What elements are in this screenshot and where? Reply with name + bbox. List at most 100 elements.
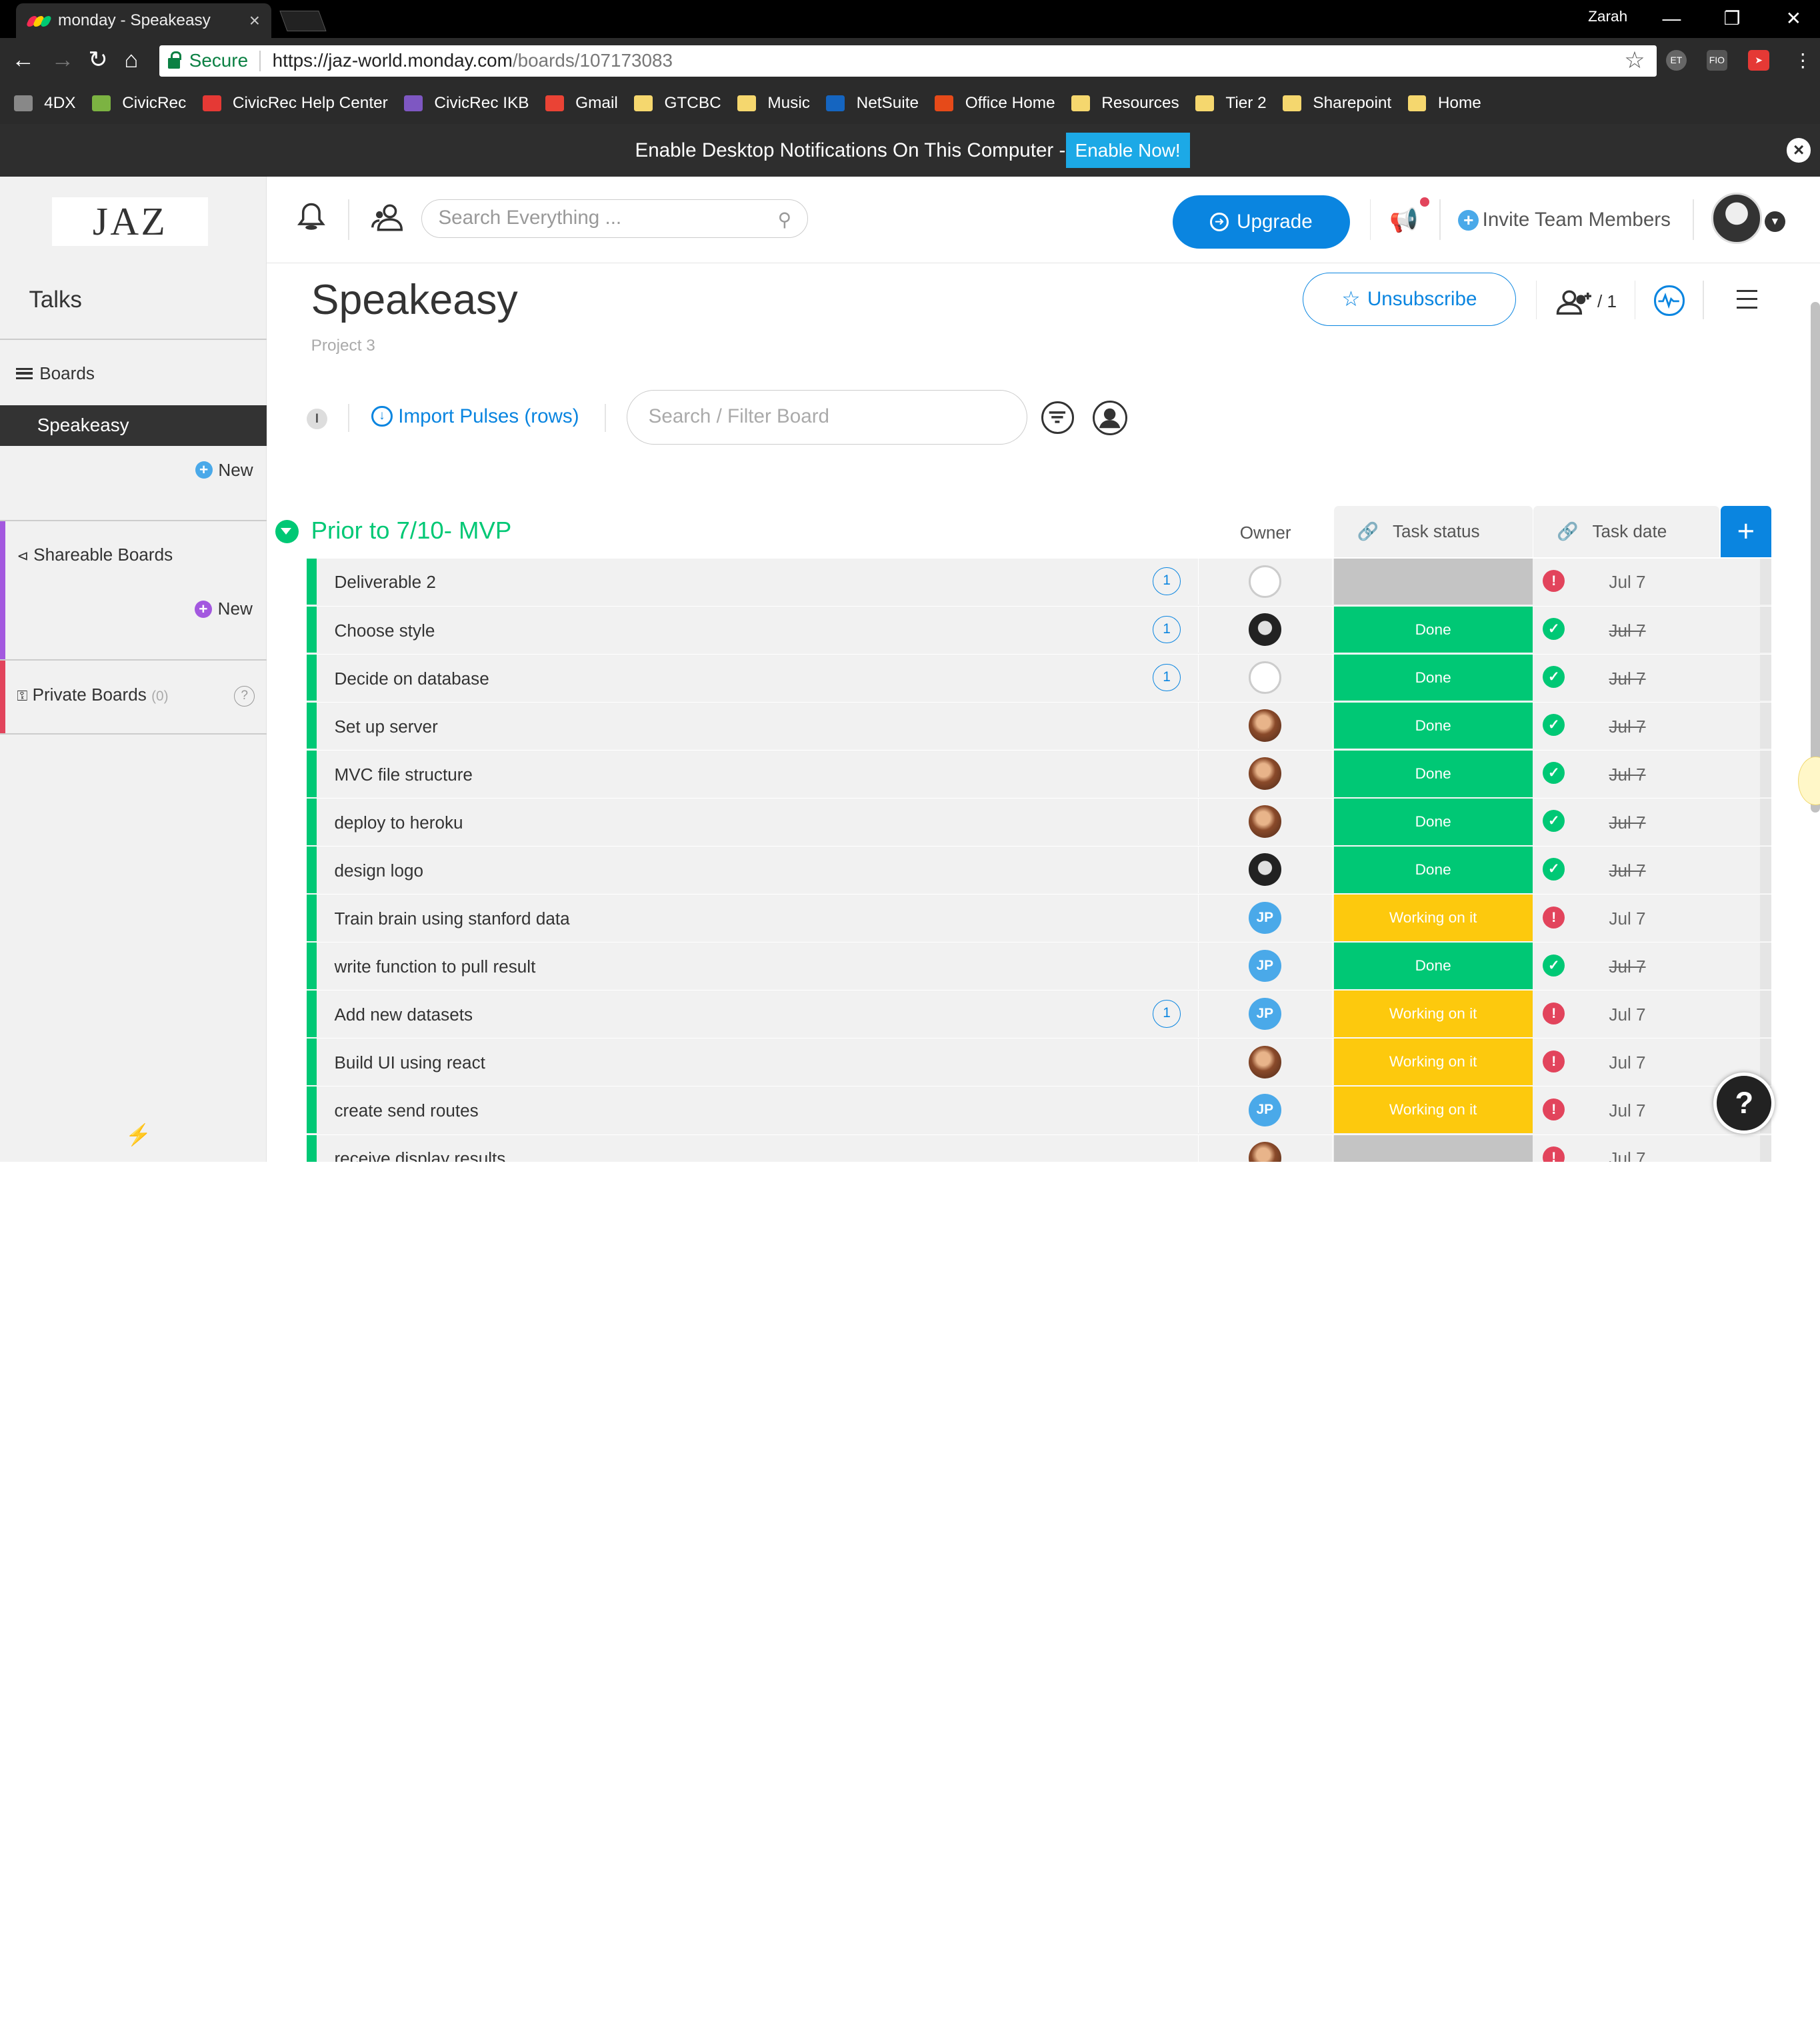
owner-avatar[interactable] <box>1248 613 1281 646</box>
owner-cell[interactable]: JP <box>1198 895 1333 941</box>
table-row[interactable]: create send routes JP Working on it! Jul 7 <box>306 1086 1772 1135</box>
help-button[interactable]: ? <box>1713 1072 1775 1134</box>
bolt-icon[interactable]: ⚡ <box>125 1122 151 1147</box>
owner-avatar[interactable]: JP <box>1248 901 1281 935</box>
date-cell[interactable]: ✓ Jul 7 <box>1533 799 1719 845</box>
owner-cell[interactable]: JP <box>1198 943 1333 989</box>
bookmark-office-home[interactable]: Office Home <box>935 94 1055 113</box>
date-cell[interactable]: ! Jul 7 <box>1533 1135 1719 1162</box>
table-row[interactable]: Add new datasets 1 JP Working on it! Jul 7 <box>306 991 1772 1039</box>
date-cell[interactable]: ✓ Jul 7 <box>1533 943 1719 989</box>
bookmark-star-icon[interactable]: ☆ <box>1624 47 1645 74</box>
help-icon[interactable]: ? <box>234 686 255 707</box>
bookmark-home[interactable]: Home <box>1407 94 1481 113</box>
bookmark-gmail[interactable]: Gmail <box>545 94 618 113</box>
enable-now-button[interactable]: Enable Now! <box>1065 132 1190 169</box>
owner-avatar[interactable] <box>1248 757 1281 791</box>
owner-avatar[interactable] <box>1248 661 1281 694</box>
updates-count-icon[interactable]: 1 <box>1153 615 1181 644</box>
owner-cell[interactable] <box>1198 798 1333 845</box>
pulse-name[interactable]: receive display results <box>334 1148 505 1162</box>
bookmark-gtcbc[interactable]: GTCBC <box>634 94 721 113</box>
board-members-button[interactable]: / 1 <box>1555 288 1617 316</box>
tab-close-icon[interactable]: × <box>249 10 260 31</box>
group-collapse-icon[interactable] <box>275 520 299 543</box>
board-info-icon[interactable]: I <box>306 408 328 430</box>
table-row[interactable]: Set up server Done ✓ Jul 7 <box>306 702 1772 751</box>
owner-avatar[interactable] <box>1248 853 1281 887</box>
new-tab-button[interactable] <box>279 10 327 31</box>
status-cell[interactable]: Done <box>1333 654 1533 701</box>
boards-section-header[interactable]: Boards <box>16 363 95 384</box>
team-icon[interactable] <box>371 202 404 232</box>
bookmark-civicrec-help-center[interactable]: CivicRec Help Center <box>202 94 388 113</box>
date-cell[interactable]: ✓ Jul 7 <box>1533 847 1719 893</box>
pulse-name[interactable]: Set up server <box>334 717 437 737</box>
column-header-task-date[interactable]: 🔗 Task date <box>1533 506 1719 557</box>
owner-cell[interactable] <box>1198 654 1333 701</box>
table-row[interactable]: write function to pull result JP Done ✓ Jul … <box>306 943 1772 991</box>
owner-cell[interactable]: JP <box>1198 991 1333 1037</box>
owner-avatar[interactable] <box>1248 805 1281 839</box>
status-cell[interactable]: Done <box>1333 943 1533 989</box>
pulse-name[interactable]: Build UI using react <box>334 1052 485 1073</box>
date-cell[interactable]: ! Jul 7 <box>1533 1038 1719 1085</box>
table-row[interactable]: Decide on database 1 Done ✓ Jul 7 <box>306 654 1772 703</box>
owner-cell[interactable] <box>1198 750 1333 797</box>
bookmark-sharepoint[interactable]: Sharepoint <box>1283 94 1391 113</box>
date-cell[interactable]: ✓ Jul 7 <box>1533 607 1719 653</box>
status-cell[interactable] <box>1333 558 1533 605</box>
extension-fio-icon[interactable]: FIO <box>1706 49 1728 71</box>
back-icon[interactable]: ← <box>11 47 35 73</box>
owner-cell[interactable] <box>1198 847 1333 893</box>
owner-cell[interactable]: JP <box>1198 1086 1333 1134</box>
date-cell[interactable]: ! Jul 7 <box>1533 1086 1719 1133</box>
chevron-down-icon[interactable]: ▼ <box>1764 211 1786 233</box>
owner-cell[interactable] <box>1198 1134 1333 1162</box>
column-header-task-status[interactable]: 🔗 Task status <box>1333 506 1533 557</box>
updates-count-icon[interactable]: 1 <box>1153 663 1181 692</box>
chat-bubble-icon[interactable] <box>1798 757 1820 806</box>
bookmark-civicrec-ikb[interactable]: CivicRec IKB <box>404 94 529 113</box>
pulse-name[interactable]: Deliverable 2 <box>334 572 435 593</box>
pulse-name[interactable]: design logo <box>334 861 423 881</box>
date-cell[interactable]: ! Jul 7 <box>1533 895 1719 941</box>
pulse-name[interactable]: Choose style <box>334 621 435 641</box>
address-bar[interactable]: Secure https://jaz-world.monday.com /boa… <box>159 45 1657 77</box>
pulse-name[interactable]: Decide on database <box>334 669 489 689</box>
account-logo[interactable]: JAZ <box>52 197 208 247</box>
filter-board-input[interactable]: Search / Filter Board <box>627 390 1028 445</box>
forward-icon[interactable]: → <box>51 47 75 73</box>
search-icon[interactable]: ⚲ <box>778 209 791 231</box>
owner-avatar[interactable] <box>1248 1045 1281 1078</box>
status-cell[interactable]: Working on it <box>1333 1086 1533 1134</box>
bookmark-music[interactable]: Music <box>737 94 810 113</box>
notification-close-icon[interactable]: × <box>1786 138 1811 163</box>
table-row[interactable]: deploy to heroku Done ✓ Jul 7 <box>306 798 1772 847</box>
status-cell[interactable]: Done <box>1333 798 1533 845</box>
date-cell[interactable]: ✓ Jul 7 <box>1533 751 1719 797</box>
status-cell[interactable]: Done <box>1333 847 1533 893</box>
table-row[interactable]: Build UI using react Working on it! Jul 7 <box>306 1038 1772 1087</box>
search-everything-input[interactable]: Search Everything ... <box>421 199 808 238</box>
bookmark-4dx[interactable]: 4DX <box>13 94 76 113</box>
owner-avatar[interactable] <box>1248 565 1281 598</box>
owner-avatar[interactable]: JP <box>1248 1093 1281 1126</box>
bookmark-tier-2[interactable]: Tier 2 <box>1195 94 1267 113</box>
table-row[interactable]: design logo Done ✓ Jul 7 <box>306 847 1772 895</box>
board-description[interactable]: Project 3 <box>311 337 375 355</box>
add-column-button[interactable]: + <box>1720 506 1772 557</box>
owner-cell[interactable] <box>1198 606 1333 653</box>
megaphone-icon[interactable]: 📢 <box>1389 207 1418 234</box>
updates-count-icon[interactable]: 1 <box>1153 567 1181 596</box>
table-row[interactable]: Deliverable 2 1! Jul 7 <box>306 558 1772 607</box>
reload-icon[interactable]: ↻ <box>88 47 107 73</box>
pulse-name[interactable]: write function to pull result <box>334 957 535 977</box>
activity-icon[interactable] <box>1654 285 1685 316</box>
status-cell[interactable]: Done <box>1333 750 1533 797</box>
upgrade-button[interactable]: ➜ Upgrade <box>1172 195 1351 249</box>
bookmark-civicrec[interactable]: CivicRec <box>91 94 186 113</box>
status-cell[interactable] <box>1333 1134 1533 1162</box>
owner-avatar[interactable]: JP <box>1248 997 1281 1030</box>
window-close-icon[interactable]: ✕ <box>1776 5 1811 33</box>
